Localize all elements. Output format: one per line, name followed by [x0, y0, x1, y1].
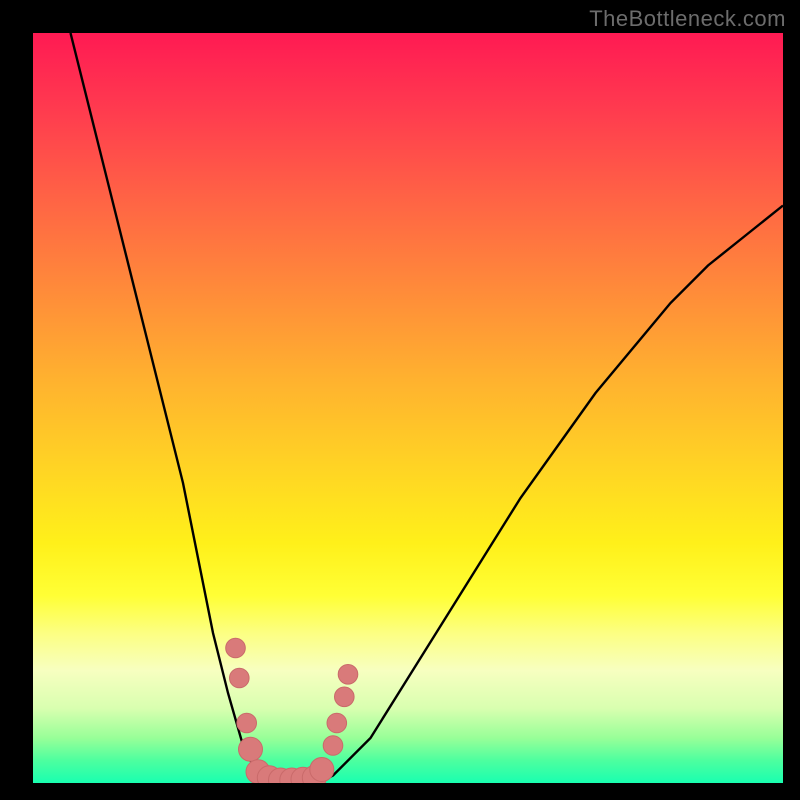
curve-marker	[239, 737, 263, 761]
chart-frame: TheBottleneck.com	[0, 0, 800, 800]
watermark-text: TheBottleneck.com	[589, 6, 786, 32]
curve-marker	[323, 736, 343, 756]
curve-marker	[310, 758, 334, 782]
plot-area	[33, 33, 783, 783]
marker-group	[226, 638, 358, 783]
curve-marker	[338, 665, 358, 685]
bottleneck-curve	[71, 33, 784, 783]
curve-layer	[33, 33, 783, 783]
curve-marker	[335, 687, 355, 707]
curve-marker	[226, 638, 246, 658]
curve-marker	[237, 713, 257, 733]
curve-marker	[327, 713, 347, 733]
curve-marker	[230, 668, 250, 688]
